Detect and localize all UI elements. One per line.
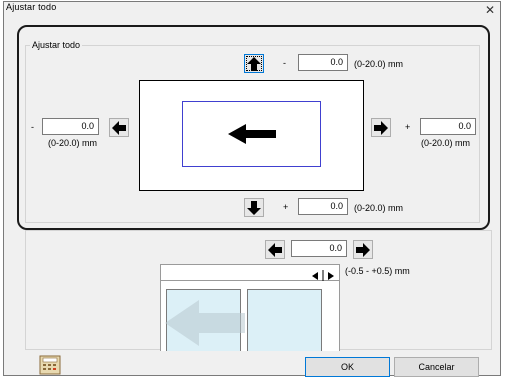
- move-left-button[interactable]: [109, 118, 129, 137]
- gap-increase-button[interactable]: [353, 240, 373, 259]
- right-offset-input[interactable]: 0.0: [420, 118, 476, 135]
- dialog-title: Ajustar todo: [6, 2, 57, 12]
- arrow-left-icon: [268, 242, 282, 257]
- gap-input[interactable]: 0.0: [291, 240, 347, 257]
- right-sign: +: [405, 122, 411, 132]
- calculator-icon: [39, 355, 61, 375]
- arrow-right-icon: [374, 120, 388, 135]
- top-range-label: (0-20.0) mm: [354, 59, 404, 69]
- group-label: Ajustar todo: [30, 40, 83, 50]
- left-sign: -: [31, 122, 34, 132]
- close-icon[interactable]: ✕: [485, 4, 495, 16]
- preview-panel-right: [247, 289, 322, 351]
- arrow-left-icon: [112, 120, 126, 135]
- calculator-button[interactable]: [38, 354, 62, 376]
- gap-range-label: (-0.5 - +0.5) mm: [345, 266, 410, 276]
- arrow-down-icon: [247, 200, 261, 215]
- cancel-button[interactable]: Cancelar: [394, 357, 479, 377]
- arrow-up-icon: [247, 56, 261, 71]
- top-sign: -: [283, 58, 286, 68]
- bottom-range-label: (0-20.0) mm: [354, 203, 404, 213]
- left-range-label: (0-20.0) mm: [48, 138, 98, 148]
- bottom-sign: +: [283, 202, 289, 212]
- right-range-label: (0-20.0) mm: [421, 138, 471, 148]
- arrow-left-icon: [165, 300, 245, 346]
- arrow-left-icon: [228, 124, 276, 144]
- arrow-right-icon: [356, 242, 370, 257]
- left-offset-input[interactable]: 0.0: [42, 118, 99, 135]
- bottom-offset-input[interactable]: 0.0: [298, 198, 348, 215]
- top-offset-input[interactable]: 0.0: [298, 54, 348, 71]
- ok-button[interactable]: OK: [305, 357, 390, 377]
- gap-decrease-button[interactable]: [265, 240, 285, 259]
- move-down-button[interactable]: [244, 198, 264, 217]
- move-right-button[interactable]: [371, 118, 391, 137]
- move-up-button[interactable]: [244, 54, 264, 73]
